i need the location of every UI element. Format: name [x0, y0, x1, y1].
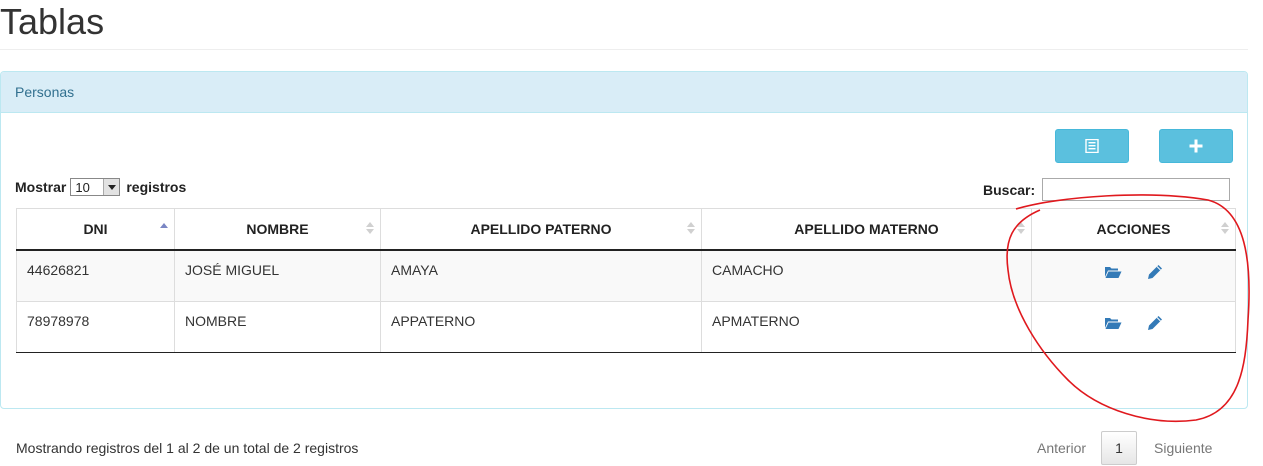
- length-select-value: 10: [75, 180, 90, 195]
- sort-both-icon: [687, 222, 695, 236]
- column-header-label: APELLIDO MATERNO: [794, 221, 939, 237]
- list-button[interactable]: [1055, 129, 1129, 163]
- column-header-nombre[interactable]: NOMBRE: [174, 208, 381, 251]
- list-icon: [1085, 139, 1099, 153]
- table-info: Mostrando registros del 1 al 2 de un tot…: [16, 440, 359, 456]
- cell-acciones: [1031, 249, 1236, 302]
- personas-table: DNI NOMBRE APELLIDO PATERNO APELLIDO MAT…: [16, 208, 1236, 353]
- sort-both-icon: [1221, 222, 1229, 236]
- search-control: Buscar:: [983, 178, 1231, 201]
- length-prefix: Mostrar: [15, 179, 67, 195]
- column-header-label: ACCIONES: [1096, 221, 1171, 237]
- length-select[interactable]: 10: [70, 178, 121, 196]
- column-header-apellido-materno[interactable]: APELLIDO MATERNO: [701, 208, 1032, 251]
- cell-apellido-materno: APMATERNO: [701, 300, 1032, 353]
- previous-page-button[interactable]: Anterior: [1031, 440, 1092, 456]
- column-header-acciones[interactable]: ACCIONES: [1031, 208, 1236, 251]
- sort-ascending-icon: [160, 222, 168, 236]
- folder-open-icon[interactable]: [1104, 265, 1122, 282]
- cell-nombre: NOMBRE: [174, 300, 381, 353]
- length-control: Mostrar 10 registros: [15, 178, 186, 196]
- page-1-button[interactable]: 1: [1101, 431, 1138, 465]
- column-header-label: APELLIDO PATERNO: [470, 221, 612, 237]
- plus-icon: [1189, 139, 1203, 153]
- column-header-apellido-paterno[interactable]: APELLIDO PATERNO: [380, 208, 702, 251]
- next-page-button[interactable]: Siguiente: [1148, 440, 1218, 456]
- search-label: Buscar:: [983, 181, 1036, 198]
- cell-apellido-paterno: APPATERNO: [380, 300, 702, 353]
- sort-both-icon: [1017, 222, 1025, 236]
- column-header-dni[interactable]: DNI: [16, 208, 175, 251]
- cell-apellido-materno: CAMACHO: [701, 249, 1032, 302]
- cell-apellido-paterno: AMAYA: [380, 249, 702, 302]
- panel-heading: Personas: [1, 72, 1247, 113]
- pagination: Anterior 1 Siguiente: [1031, 430, 1218, 466]
- pencil-icon[interactable]: [1147, 315, 1163, 334]
- title-divider: [0, 49, 1248, 50]
- table-row: 78978978 NOMBRE APPATERNO APMATERNO: [16, 300, 1236, 353]
- table-row: 44626821 JOSÉ MIGUEL AMAYA CAMACHO: [16, 249, 1236, 302]
- personas-panel: Personas Mostrar 10 registros Buscar: DN…: [0, 71, 1248, 465]
- add-button[interactable]: [1159, 129, 1233, 163]
- sort-both-icon: [366, 222, 374, 236]
- cell-dni: 78978978: [16, 300, 175, 353]
- cell-acciones: [1031, 300, 1236, 353]
- length-suffix: registros: [126, 179, 187, 195]
- table-header-row: DNI NOMBRE APELLIDO PATERNO APELLIDO MAT…: [16, 208, 1236, 251]
- cell-nombre: JOSÉ MIGUEL: [174, 249, 381, 302]
- search-input[interactable]: [1042, 178, 1231, 201]
- column-header-label: DNI: [83, 221, 108, 237]
- column-header-label: NOMBRE: [246, 221, 309, 237]
- chevron-down-icon: [103, 179, 120, 195]
- cell-dni: 44626821: [16, 249, 175, 302]
- pencil-icon[interactable]: [1147, 264, 1163, 283]
- folder-open-icon[interactable]: [1104, 316, 1122, 333]
- page-title: Tablas: [0, 1, 105, 42]
